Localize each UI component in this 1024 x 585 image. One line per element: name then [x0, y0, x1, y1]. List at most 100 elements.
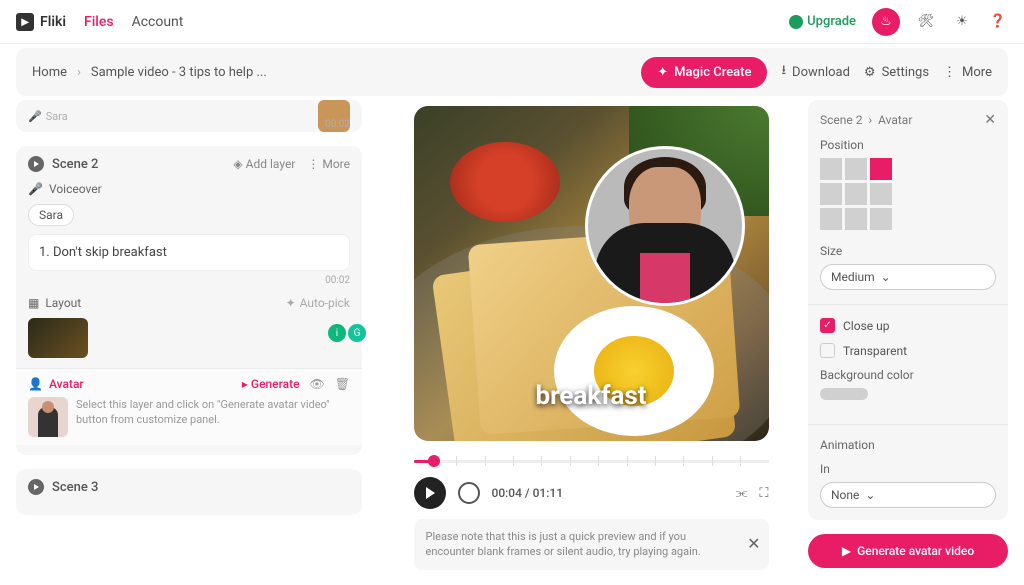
size-select[interactable]: Medium⌄	[820, 264, 996, 290]
generate-link[interactable]: ▸ Generate	[242, 377, 300, 391]
generate-label: Generate avatar video	[857, 544, 974, 558]
pos-bc[interactable]	[845, 208, 867, 230]
scene1-time: 00:02	[325, 119, 350, 130]
preview-panel: breakfast 00:04 / 01:11 ⫘ ⛶	[378, 100, 804, 585]
flame-button[interactable]: ♨	[872, 8, 900, 36]
timecode: 00:04 / 01:11	[492, 486, 564, 500]
delete-icon[interactable]: 🗑	[335, 377, 350, 391]
autopick-button[interactable]: ✦Auto-pick	[286, 296, 350, 310]
close-notice-button[interactable]: ✕	[747, 533, 760, 555]
closeup-checkbox[interactable]: ✓ Close up	[820, 318, 996, 333]
share-button[interactable]: ⫘	[736, 486, 748, 501]
theme-button[interactable]: ☀	[952, 12, 972, 32]
timeline[interactable]: 00:04 / 01:11 ⫘ ⛶	[414, 451, 769, 509]
breadcrumb-file[interactable]: Sample video - 3 tips to help ...	[91, 65, 267, 80]
properties-panel: Scene 2 › Avatar ✕ Position	[804, 100, 1024, 585]
check-icon	[820, 343, 835, 358]
upgrade-icon	[789, 15, 803, 29]
magic-create-button[interactable]: ✦ Magic Create	[641, 57, 767, 88]
top-nav: ▸ Fliki Files Account Upgrade ♨ 🛠 ☀ ❓	[0, 0, 1024, 44]
layout-icon: ▦	[28, 296, 39, 310]
magic-label: Magic Create	[674, 65, 751, 80]
bgcolor-swatch[interactable]	[820, 388, 868, 399]
nav-account[interactable]: Account	[132, 14, 184, 30]
flame-icon: ♨	[880, 14, 892, 29]
play-icon[interactable]	[28, 479, 44, 495]
transparent-label: Transparent	[843, 344, 907, 358]
badge-grammarly[interactable]: G	[348, 324, 366, 342]
pos-bl[interactable]	[820, 208, 842, 230]
avatar-section[interactable]: 👤 Avatar ▸ Generate 👁 🗑 Select this laye…	[16, 368, 362, 445]
in-label: In	[820, 462, 996, 476]
video-preview[interactable]: breakfast	[414, 106, 769, 441]
playhead[interactable]	[428, 455, 440, 467]
generate-avatar-button[interactable]: ▶ Generate avatar video	[808, 534, 1008, 568]
pos-ml[interactable]	[820, 183, 842, 205]
avatar-thumbnail[interactable]	[28, 397, 68, 437]
help-icon: ❓	[990, 14, 1006, 29]
scene-3-card[interactable]: Scene 3	[16, 469, 362, 515]
more-icon: ⋮	[943, 65, 956, 80]
pos-mc[interactable]	[845, 183, 867, 205]
preview-notice: Please note that this is just a quick pr…	[414, 519, 769, 570]
scene2-title: Scene 2	[52, 157, 98, 172]
panel-crumb1[interactable]: Scene 2	[820, 113, 862, 127]
scenes-sidebar: 🎤Sara 00:02 Scene 2 ◈ Add layer ⋮ More 🎤…	[0, 100, 378, 585]
pos-tr[interactable]	[870, 158, 892, 180]
badge-info[interactable]: i	[328, 324, 346, 342]
avatar-overlay	[585, 146, 745, 306]
avatar-icon: 👤	[28, 377, 43, 391]
brand[interactable]: ▸ Fliki	[16, 13, 66, 31]
scene-more-button[interactable]: ⋮ More	[307, 157, 350, 171]
rewind-button[interactable]	[458, 482, 480, 504]
play-button[interactable]	[414, 477, 446, 509]
settings-button[interactable]: ⚙ Settings	[864, 65, 929, 80]
more-button[interactable]: ⋮ More	[943, 65, 992, 80]
chevron-down-icon: ⌄	[881, 270, 891, 284]
visibility-icon[interactable]: 👁	[310, 377, 325, 391]
transparent-checkbox[interactable]: Transparent	[820, 343, 996, 358]
scene-text-input[interactable]: 1. Don't skip breakfast	[28, 234, 350, 271]
voice-chip[interactable]: Sara	[28, 204, 74, 226]
download-button[interactable]: ⭳ Download	[781, 61, 849, 83]
fullscreen-button[interactable]: ⛶	[759, 486, 768, 501]
check-icon: ✓	[820, 318, 835, 333]
pos-mr[interactable]	[870, 183, 892, 205]
tools-button[interactable]: 🛠	[916, 12, 936, 32]
brand-name: Fliki	[40, 14, 66, 30]
pos-tl[interactable]	[820, 158, 842, 180]
closeup-label: Close up	[843, 319, 889, 333]
add-layer-button[interactable]: ◈ Add layer	[233, 157, 295, 171]
upgrade-button[interactable]: Upgrade	[789, 14, 856, 29]
layout-thumbnail[interactable]	[28, 318, 88, 358]
nav-files[interactable]: Files	[84, 14, 114, 30]
position-label: Position	[820, 138, 996, 152]
pos-tc[interactable]	[845, 158, 867, 180]
pos-br[interactable]	[870, 208, 892, 230]
video-icon: ▶	[842, 544, 851, 558]
brand-icon: ▸	[16, 13, 34, 31]
gear-icon: ⚙	[864, 65, 876, 80]
play-icon[interactable]	[28, 156, 44, 172]
breadcrumb-home[interactable]: Home	[32, 65, 67, 80]
sun-icon: ☀	[956, 14, 968, 29]
panel-crumb2[interactable]: Avatar	[878, 113, 912, 127]
upgrade-label: Upgrade	[807, 14, 856, 29]
avatar-hint: Select this layer and click on "Generate…	[76, 397, 350, 437]
scene-1-card[interactable]: 🎤Sara 00:02	[16, 100, 362, 132]
breadcrumb-bar: Home › Sample video - 3 tips to help ...…	[16, 48, 1008, 96]
sparkle-icon: ✦	[657, 65, 668, 80]
mic-icon: 🎤	[28, 182, 43, 196]
scene-2-card[interactable]: Scene 2 ◈ Add layer ⋮ More 🎤Voiceover Sa…	[16, 146, 362, 455]
scene3-title: Scene 3	[52, 480, 98, 495]
layout-label: Layout	[45, 296, 81, 310]
close-panel-button[interactable]: ✕	[984, 112, 996, 128]
help-button[interactable]: ❓	[988, 12, 1008, 32]
download-icon: ⭳	[781, 61, 786, 83]
chevron-down-icon: ⌄	[865, 488, 875, 502]
bgcolor-label: Background color	[820, 368, 996, 382]
caption-text: breakfast	[535, 381, 646, 411]
notice-text: Please note that this is just a quick pr…	[426, 530, 701, 558]
animation-in-select[interactable]: None⌄	[820, 482, 996, 508]
download-label: Download	[792, 65, 850, 80]
